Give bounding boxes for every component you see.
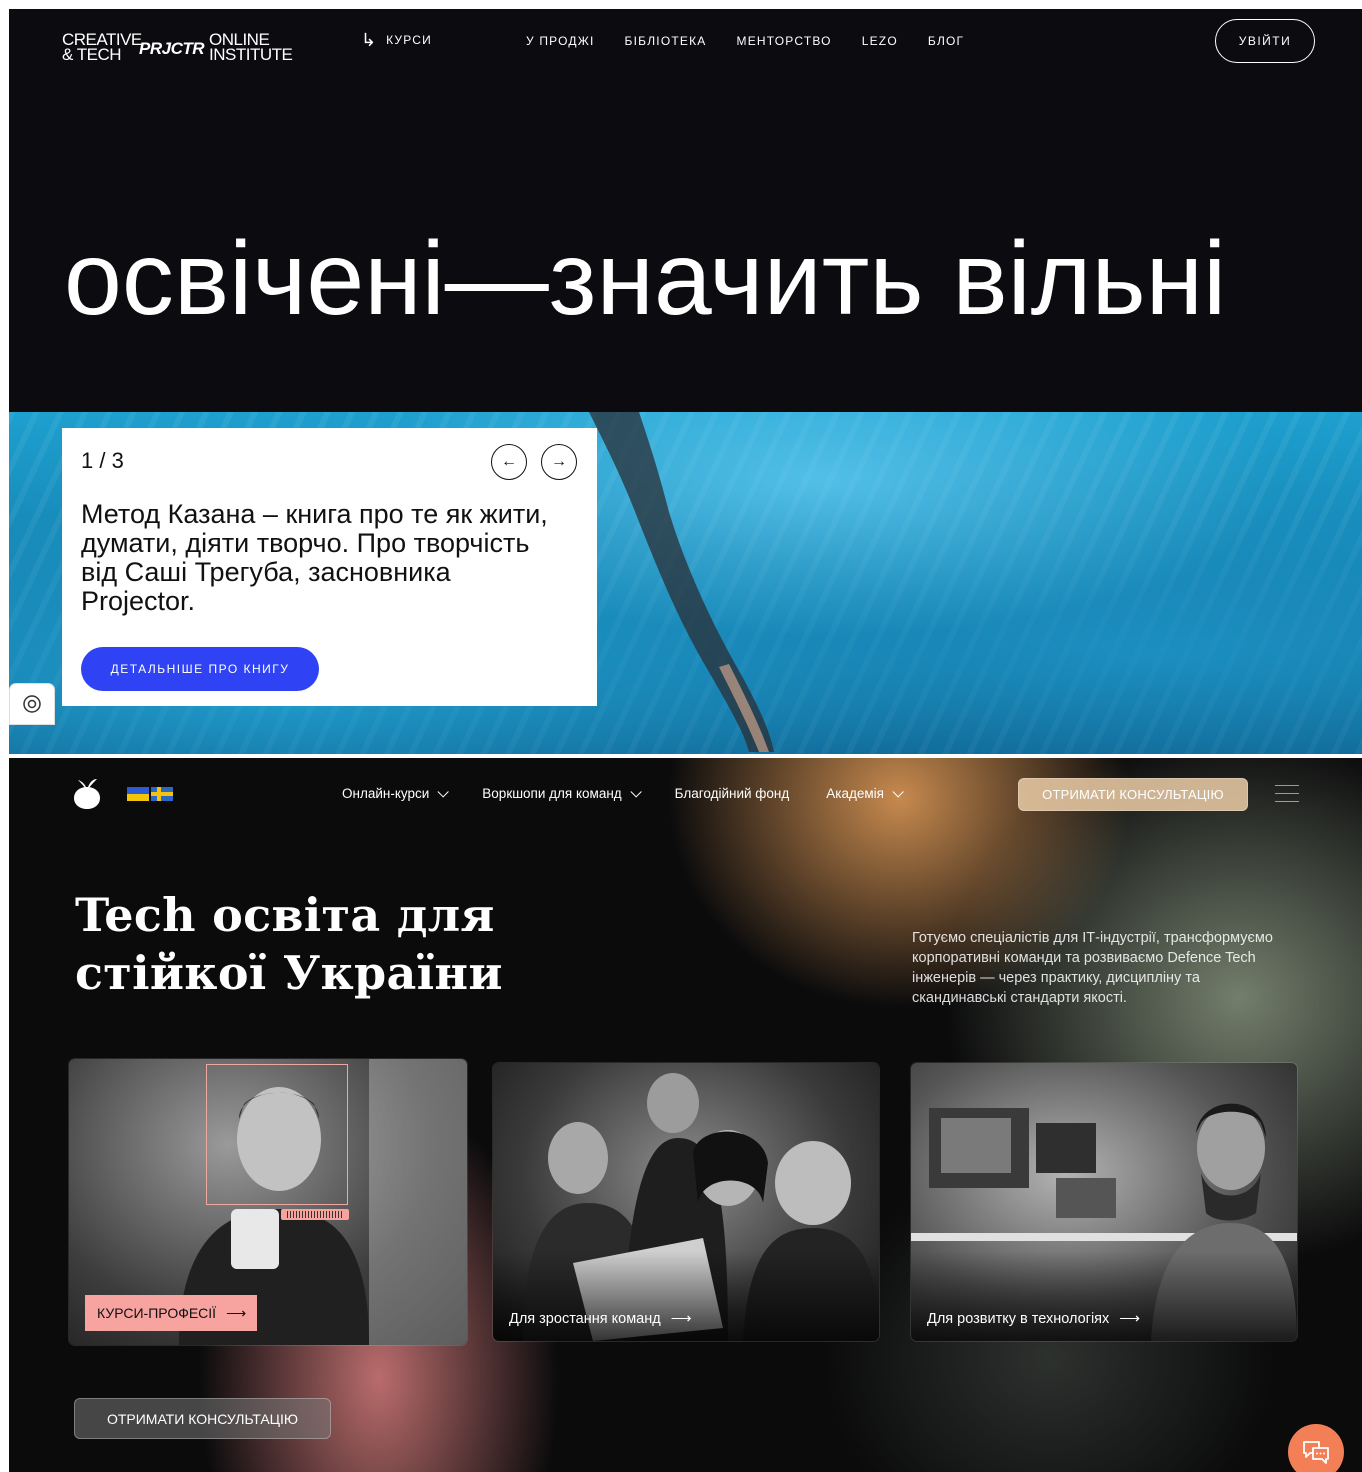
nav-team-workshops-label: Воркшопи для команд [482,786,622,801]
chevron-down-icon [630,785,642,798]
chevron-down-icon [437,785,450,798]
card-career-courses[interactable]: КУРСИ-ПРОФЕСІЇ ⟶ [69,1059,467,1345]
chevron-down-icon [892,785,904,798]
chat-bubbles-icon [1303,1441,1329,1464]
arrow-right-icon: ⟶ [226,1304,247,1321]
nav-item-mentorship[interactable]: МЕНТОРСТВО [737,34,832,48]
sweden-flag-icon [151,787,173,801]
tech-development-link[interactable]: Для розвитку в технологіях ⟶ [927,1311,1140,1327]
team-growth-label: Для зростання команд [509,1311,661,1327]
arrow-right-icon: ⟶ [1119,1311,1141,1327]
cookie-icon [23,695,41,713]
hamburger-menu-icon[interactable] [1275,785,1299,803]
main-nav: Онлайн-курси Воркшопи для команд Благоді… [342,785,904,801]
team-growth-link[interactable]: Для зростання команд ⟶ [509,1311,692,1327]
card-tech-development[interactable]: Для розвитку в технологіях ⟶ [911,1063,1297,1341]
career-courses-label: КУРСИ-ПРОФЕСІЇ [97,1305,217,1321]
swimmer-illustration [589,412,774,752]
book-card: 1 / 3 ← → Метод Казана – книга про те як… [62,428,597,706]
get-consultation-button[interactable]: ОТРИМАТИ КОНСУЛЬТАЦІЮ [74,1398,331,1439]
nav-online-courses-label: Онлайн-курси [342,786,430,801]
face-detection-frame [206,1064,348,1205]
courses-menu[interactable]: ↳ КУРСИ [361,31,432,49]
next-slide-button[interactable]: → [541,444,577,480]
card-team-growth[interactable]: Для зростання команд ⟶ [493,1063,879,1341]
nav-team-workshops[interactable]: Воркшопи для команд [482,785,642,801]
book-details-button[interactable]: ДЕТАЛЬНІШЕ ПРО КНИГУ [81,647,319,691]
language-flags[interactable] [127,787,173,801]
title-line-1: Tech освіта для [75,888,495,942]
cookie-settings-button[interactable] [10,684,54,724]
book-description: Метод Казана – книга про те як жити, дум… [81,499,548,616]
logo-mark: PRJCTR [139,39,205,58]
nav-academy-label: Академія [826,786,884,801]
nav-item-blog[interactable]: БЛОГ [928,34,964,48]
top-nav: У ПРОДЖІ БІБЛІОТЕКА МЕНТОРСТВО LEZO БЛОГ [526,34,964,48]
nav-charity-fund[interactable]: Благодійний фонд [675,786,790,801]
projector-logo[interactable]: CREATIVE & TECH PRJCTR ONLINE INSTITUTE [62,31,302,72]
hero-title: освічені—значить вільні [64,221,1227,337]
ukraine-flag-icon [127,787,149,801]
nav-academy[interactable]: Академія [826,785,904,801]
hero-description: Готуємо спеціалістів для ІТ-індустрії, т… [912,930,1273,1006]
arrow-left-icon: ← [501,453,517,470]
arrow-right-icon: → [551,453,567,470]
audio-wave-tag [281,1209,349,1220]
get-consultation-header-button[interactable]: ОТРИМАТИ КОНСУЛЬТАЦІЮ [1018,778,1248,811]
tech-education-site: Онлайн-курси Воркшопи для команд Благоді… [9,758,1362,1472]
logo-line-institute: INSTITUTE [209,45,293,64]
courses-label: КУРСИ [386,33,433,47]
login-button[interactable]: УВІЙТИ [1215,19,1315,63]
chat-button[interactable] [1288,1424,1344,1472]
nav-item-in-project[interactable]: У ПРОДЖІ [526,34,595,48]
career-courses-button[interactable]: КУРСИ-ПРОФЕСІЇ ⟶ [85,1295,257,1331]
prev-slide-button[interactable]: ← [491,444,527,480]
projector-site: CREATIVE & TECH PRJCTR ONLINE INSTITUTE … [9,9,1362,754]
nav-item-lezo[interactable]: LEZO [862,34,898,48]
title-line-2: стійкої України [75,946,503,1000]
nav-charity-fund-label: Благодійний фонд [674,786,790,801]
arrow-right-icon: ⟶ [670,1311,692,1327]
banner-pool-image: 1 / 3 ← → Метод Казана – книга про те як… [9,412,1362,754]
tech-development-label: Для розвитку в технологіях [927,1311,1110,1327]
slide-counter: 1 / 3 [81,448,124,473]
beet-logo-icon[interactable] [73,778,101,810]
nav-online-courses[interactable]: Онлайн-курси [342,785,450,801]
corner-arrow-icon: ↳ [361,30,377,50]
logo-line-tech: & TECH [62,45,122,64]
nav-item-library[interactable]: БІБЛІОТЕКА [625,34,707,48]
page-title: Tech освіта для стійкої України [75,886,503,1002]
